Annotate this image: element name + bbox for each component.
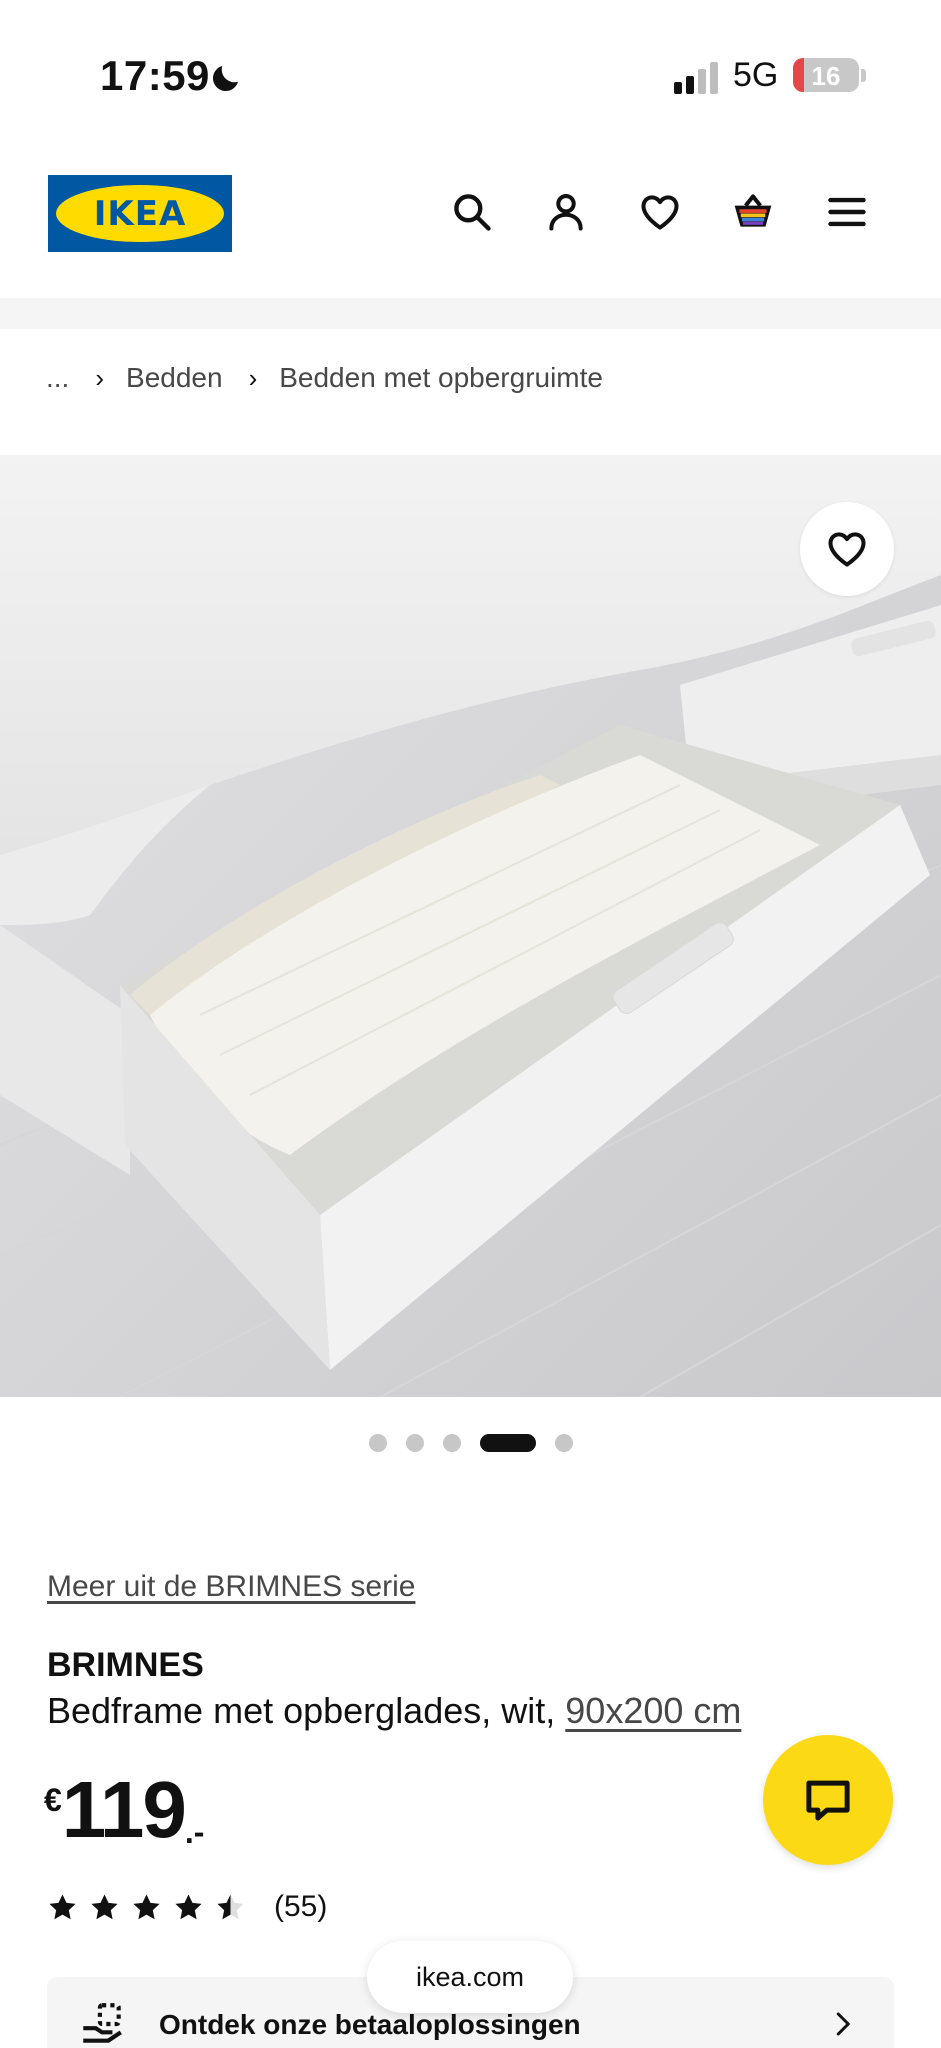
price-decimal: .-: [184, 1814, 205, 1850]
product-size-link[interactable]: 90x200 cm: [565, 1690, 741, 1731]
shopping-basket-icon: [734, 194, 772, 227]
product-rating[interactable]: (55): [46, 1890, 327, 1924]
battery-indicator: 16: [793, 58, 859, 92]
carousel-dot[interactable]: [479, 1434, 536, 1452]
series-link[interactable]: Meer uit de BRIMNES serie: [47, 1570, 415, 1604]
star-full-icon: [91, 1893, 118, 1919]
status-bar: 17:59 5G 16: [0, 0, 941, 150]
logo-text: IKEA: [93, 194, 187, 234]
heart-icon: [641, 195, 679, 230]
heart-icon: [828, 532, 866, 567]
carousel-dot[interactable]: [368, 1434, 387, 1452]
site-header: IKEA: [0, 150, 941, 298]
wishlist-button[interactable]: [634, 186, 686, 238]
chat-button[interactable]: [763, 1735, 893, 1865]
carousel-dot[interactable]: [554, 1434, 573, 1452]
product-image[interactable]: [0, 455, 941, 1397]
breadcrumb-ellipsis[interactable]: ...: [46, 362, 69, 394]
price-integer: 119: [61, 1765, 187, 1854]
carousel-dot[interactable]: [405, 1434, 424, 1452]
bed-drawer-photo: [0, 455, 941, 1397]
search-icon: [454, 194, 491, 231]
menu-button[interactable]: [821, 186, 873, 238]
review-count[interactable]: (55): [274, 1890, 327, 1924]
search-button[interactable]: [446, 186, 498, 238]
star-half-icon: [217, 1893, 244, 1919]
chevron-right-icon: ›: [95, 362, 105, 393]
network-type: 5G: [733, 56, 779, 94]
product-description: Bedframe met opberglades, wit, 90x200 cm: [47, 1690, 741, 1732]
browser-url-bar[interactable]: ikea.com: [367, 1941, 573, 2013]
chat-bubble-icon: [806, 1780, 850, 1821]
account-icon: [549, 194, 583, 231]
moon-icon: [212, 66, 238, 92]
chevron-right-icon: ›: [248, 362, 258, 393]
breadcrumb-item-bedden[interactable]: Bedden: [126, 362, 223, 394]
breadcrumb-item-bedden-met-opbergruimte[interactable]: Bedden met opbergruimte: [279, 362, 603, 394]
product-description-text: Bedframe met opberglades, wit,: [47, 1690, 556, 1731]
breadcrumb: ... › Bedden › Bedden met opbergruimte: [46, 356, 603, 400]
carousel-indicators: [0, 1434, 941, 1452]
star-full-icon: [133, 1893, 160, 1919]
hamburger-menu-icon: [828, 197, 866, 227]
product-name: BRIMNES: [47, 1646, 204, 1684]
price-currency: €: [44, 1782, 62, 1818]
star-full-icon: [175, 1893, 202, 1919]
save-to-wishlist-button[interactable]: [800, 502, 894, 596]
cellular-signal-icon: [674, 62, 718, 94]
chevron-right-icon: [836, 2012, 850, 2036]
ikea-logo[interactable]: IKEA: [48, 175, 232, 252]
status-time: 17:59: [100, 52, 210, 99]
cart-button[interactable]: [727, 186, 779, 238]
battery-percentage: 16: [811, 61, 841, 91]
account-button[interactable]: [540, 186, 592, 238]
header-divider-band: [0, 298, 941, 329]
product-price: € 119 .-: [44, 1770, 204, 1851]
payment-icon: [83, 2003, 122, 2043]
battery-cap: [861, 69, 866, 82]
carousel-dot[interactable]: [442, 1434, 461, 1452]
star-full-icon: [49, 1893, 76, 1919]
rating-stars: [46, 1891, 256, 1924]
payment-options-label: Ontdek onze betaaloplossingen: [159, 2009, 581, 2040]
